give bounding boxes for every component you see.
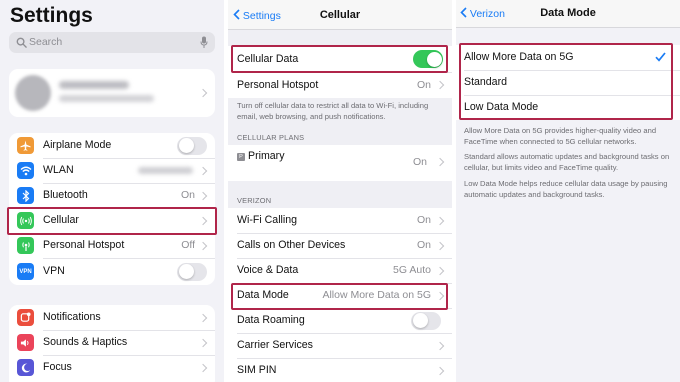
personal-hotspot-label: Personal Hotspot: [237, 79, 319, 91]
personal-hotspot-row[interactable]: Personal Hotspot On: [228, 72, 452, 98]
settings-row-label: Bluetooth: [43, 189, 88, 201]
sim-badge-icon: P: [237, 153, 245, 161]
carrier-row-data-roaming[interactable]: Data Roaming: [228, 308, 452, 333]
airplane-icon: [17, 137, 34, 154]
carrier-row-label: Voice & Data: [237, 264, 299, 276]
plans-group: P Primary On: [228, 145, 452, 181]
nav-bar: Settings Cellular: [228, 0, 452, 30]
vpn-icon: VPN: [17, 263, 34, 280]
apple-id-card[interactable]: [9, 69, 215, 117]
chevron-right-icon: [198, 363, 208, 372]
cellular-data-highlight: [231, 45, 448, 73]
settings-panel: Settings Search Airplane Mode WLAN Bluet…: [0, 0, 224, 382]
note-low-data-mode: Low Data Mode helps reduce cellular data…: [464, 179, 668, 199]
settings-row-label: Airplane Mode: [43, 139, 112, 151]
settings-row-bluetooth[interactable]: Bluetooth On: [9, 183, 215, 208]
page-title: Settings: [10, 4, 93, 27]
settings-row-airplane-mode[interactable]: Airplane Mode: [9, 133, 215, 158]
settings-row-sounds-haptics[interactable]: Sounds & Haptics: [9, 330, 215, 355]
notifications-group: Notifications Sounds & Haptics Focus: [9, 305, 215, 382]
chevron-right-icon: [198, 88, 208, 98]
chevron-right-icon: [198, 166, 208, 175]
microphone-icon[interactable]: [200, 36, 208, 49]
personal-hotspot-value: On: [416, 79, 431, 91]
vpn-toggle[interactable]: [177, 262, 207, 281]
plan-row-primary[interactable]: P Primary On: [228, 145, 452, 181]
cellular-panel: Settings Cellular Cellular Data Personal…: [228, 0, 452, 382]
cellular-highlight: [7, 207, 217, 235]
wifi-icon: [17, 162, 34, 179]
blurred-network-name: [138, 167, 193, 174]
carrier-row-label: Data Roaming: [237, 314, 305, 326]
data-roaming-toggle[interactable]: [411, 311, 441, 330]
settings-row-label: Sounds & Haptics: [43, 336, 128, 348]
carrier-row-calls-other-devices[interactable]: Calls on Other Devices On: [228, 233, 452, 258]
chevron-right-icon: [198, 191, 208, 200]
settings-row-label: Notifications: [43, 311, 101, 323]
chevron-right-icon: [198, 313, 208, 322]
nav-title: Data Mode: [540, 7, 596, 19]
carrier-row-label: SIM PIN: [237, 364, 277, 376]
chevron-right-icon: [198, 241, 208, 250]
search-bar[interactable]: Search: [9, 32, 215, 53]
settings-row-focus[interactable]: Focus: [9, 355, 215, 380]
nav-title: Cellular: [319, 9, 361, 21]
speaker-icon: [17, 334, 34, 351]
bluetooth-value: On: [180, 189, 195, 201]
avatar: [15, 75, 51, 111]
chevron-right-icon: [435, 80, 445, 90]
section-header-carrier: VERIZON: [237, 196, 272, 205]
settings-row-wlan[interactable]: WLAN: [9, 158, 215, 183]
chevron-right-icon: [435, 216, 445, 225]
settings-row-personal-hotspot[interactable]: Personal Hotspot Off: [9, 233, 215, 258]
chevron-right-icon: [198, 338, 208, 347]
carrier-row-label: Carrier Services: [237, 339, 313, 351]
data-mode-panel: Verizon Data Mode Allow More Data on 5G …: [456, 0, 680, 382]
carrier-row-sim-pin[interactable]: SIM PIN: [228, 358, 452, 382]
nav-bar: Verizon Data Mode: [456, 0, 680, 28]
carrier-row-voice-data[interactable]: Voice & Data 5G Auto: [228, 258, 452, 283]
settings-row-label: Focus: [43, 361, 72, 373]
data-mode-highlight: [231, 283, 448, 310]
hotspot-value: Off: [181, 239, 195, 251]
chevron-right-icon: [435, 366, 445, 375]
bell-icon: [17, 309, 34, 326]
hotspot-icon: [17, 237, 34, 254]
search-placeholder: Search: [29, 36, 63, 48]
bluetooth-icon: [17, 187, 34, 204]
airplane-mode-toggle[interactable]: [177, 136, 207, 155]
carrier-row-value: 5G Auto: [393, 264, 431, 276]
note-allow-more-data: Allow More Data on 5G provides higher-qu…: [464, 126, 657, 146]
cellular-data-description: Turn off cellular data to restrict all d…: [237, 101, 429, 121]
carrier-row-label: Wi-Fi Calling: [237, 214, 298, 226]
carrier-row-value: On: [416, 239, 431, 251]
section-header-plans: CELLULAR PLANS: [237, 133, 305, 142]
carrier-row-value: On: [416, 214, 431, 226]
settings-row-label: VPN: [43, 265, 65, 277]
moon-icon: [17, 359, 34, 376]
carrier-row-carrier-services[interactable]: Carrier Services: [228, 333, 452, 358]
blurred-account-detail: [59, 95, 154, 102]
plan-value: On: [412, 156, 427, 168]
options-highlight: [459, 43, 673, 120]
carrier-row-label: Calls on Other Devices: [237, 239, 346, 251]
chevron-right-icon: [435, 341, 445, 350]
settings-row-notifications[interactable]: Notifications: [9, 305, 215, 330]
plan-label: Primary: [248, 150, 285, 162]
chevron-right-icon: [435, 157, 445, 167]
carrier-row-wifi-calling[interactable]: Wi-Fi Calling On: [228, 208, 452, 233]
chevron-right-icon: [435, 266, 445, 275]
blurred-account-name: [59, 81, 129, 89]
search-icon: [16, 37, 27, 48]
note-standard: Standard allows automatic updates and ba…: [464, 152, 670, 172]
chevron-right-icon: [435, 241, 445, 250]
settings-row-label: WLAN: [43, 164, 74, 176]
settings-row-label: Personal Hotspot: [43, 239, 125, 251]
settings-row-vpn[interactable]: VPN VPN: [9, 258, 215, 285]
